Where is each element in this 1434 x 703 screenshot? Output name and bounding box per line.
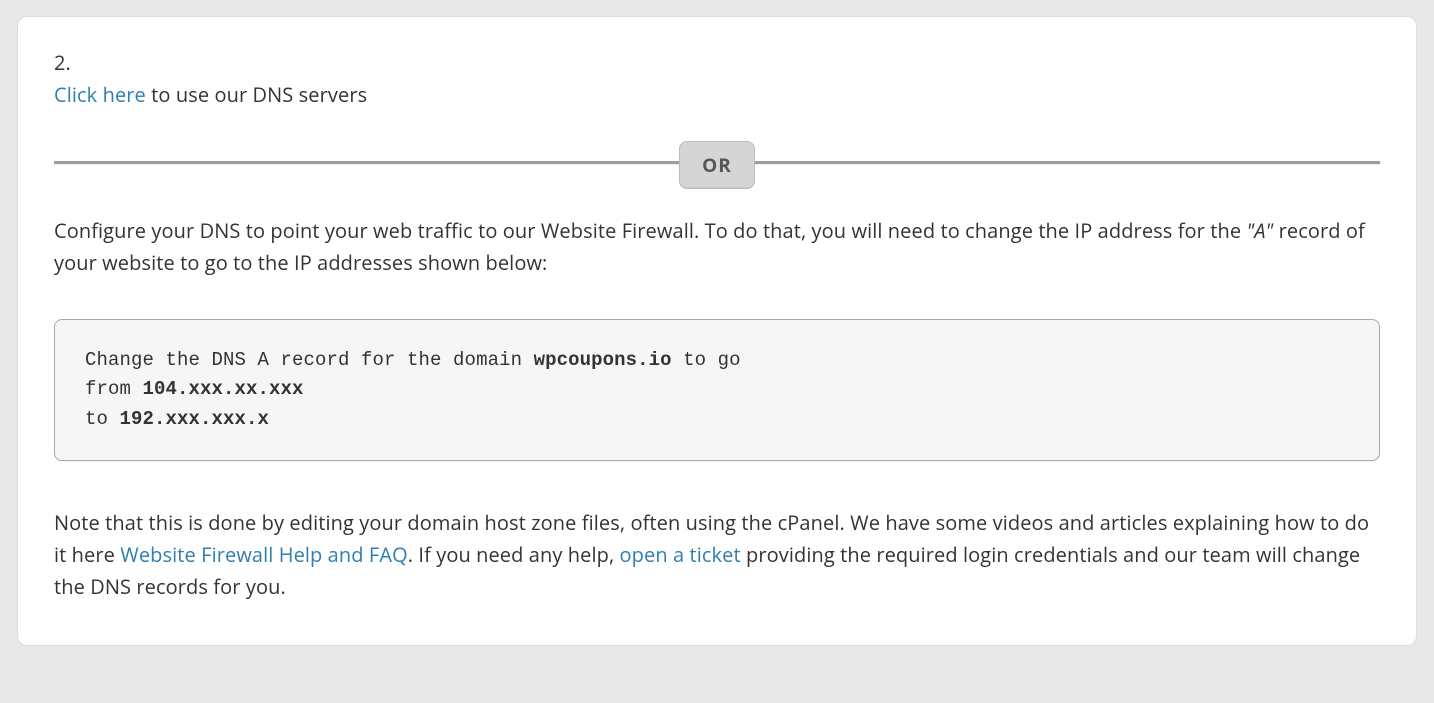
help-faq-link[interactable]: Website Firewall Help and FAQ: [120, 541, 407, 568]
step-block: 2. Click here to use our DNS servers: [54, 47, 1380, 111]
code-line1-post: to go: [672, 349, 741, 371]
note-paragraph: Note that this is done by editing your d…: [54, 507, 1380, 603]
or-divider: OR: [54, 141, 1380, 181]
code-domain: wpcoupons.io: [534, 349, 672, 371]
dns-code-box: Change the DNS A record for the domain w…: [54, 319, 1380, 461]
instruction-card: 2. Click here to use our DNS servers OR …: [17, 16, 1417, 646]
code-line3-pre: to: [85, 408, 120, 430]
configure-text-prefix: Configure your DNS to point your web tra…: [54, 217, 1246, 244]
note-text-2: . If you need any help,: [408, 541, 620, 568]
open-ticket-link[interactable]: open a ticket: [620, 541, 741, 568]
a-record-quoted: "A": [1246, 217, 1273, 244]
or-badge: OR: [679, 141, 755, 189]
code-line2-pre: from: [85, 378, 143, 400]
step-text: to use our DNS servers: [146, 81, 367, 108]
code-from-ip: 104.xxx.xx.xxx: [143, 378, 304, 400]
code-line1-pre: Change the DNS A record for the domain: [85, 349, 534, 371]
step-number: 2.: [54, 47, 1380, 79]
click-here-link[interactable]: Click here: [54, 81, 146, 108]
code-to-ip: 192.xxx.xxx.x: [120, 408, 270, 430]
configure-paragraph: Configure your DNS to point your web tra…: [54, 215, 1380, 279]
